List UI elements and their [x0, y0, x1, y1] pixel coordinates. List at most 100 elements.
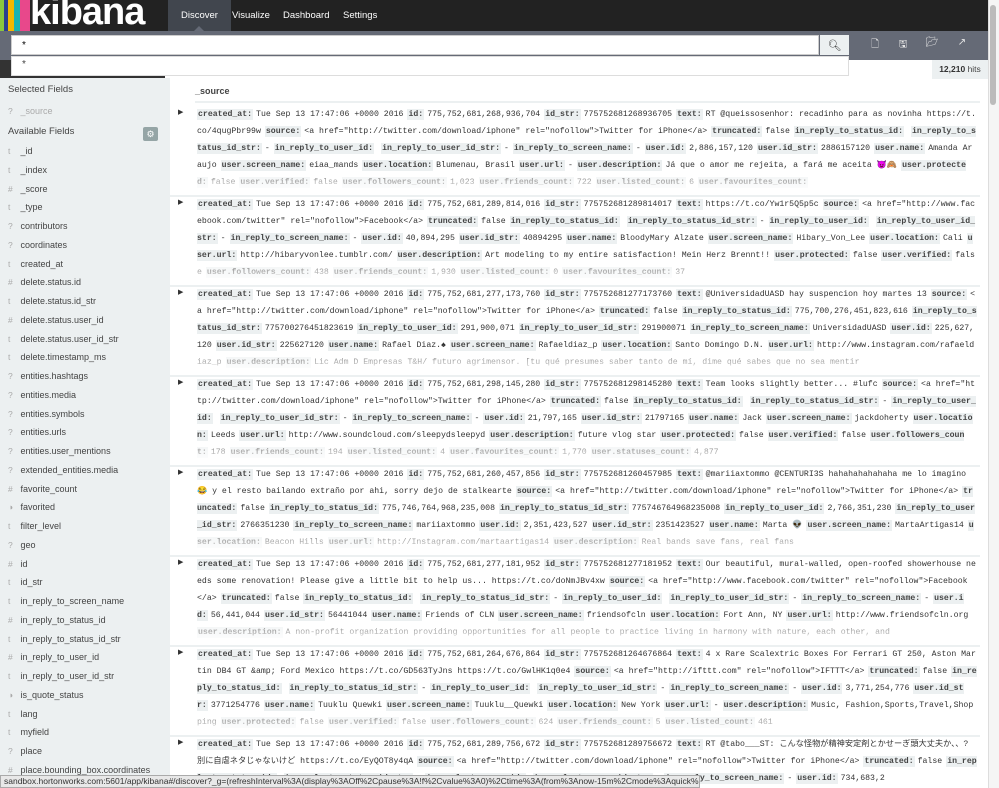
expand-caret-icon[interactable]: ▶ — [178, 108, 183, 116]
field-key: created_at: — [197, 379, 253, 390]
field-item[interactable]: ? entities.urls — [8, 427, 66, 437]
open-search-icon[interactable]: 📂︎ — [925, 37, 939, 48]
field-key: user.description: — [723, 700, 809, 711]
field-item[interactable]: ? geo — [8, 540, 36, 550]
expand-caret-icon[interactable]: ▶ — [178, 198, 183, 206]
field-key: user.id_str: — [216, 340, 277, 351]
field-key: user.protected: — [774, 250, 850, 261]
expand-caret-icon[interactable]: ▶ — [178, 288, 183, 296]
field-key: source: — [417, 756, 453, 767]
field-item[interactable]: t _type — [8, 202, 43, 212]
field-item[interactable]: t delete.status.id_str — [8, 296, 96, 306]
field-value: 21,797,165 — [528, 414, 577, 423]
field-value: 775,752,681,260,457,856 — [427, 470, 540, 479]
number-type-icon: # — [8, 559, 18, 569]
field-key: user.description: — [397, 250, 483, 261]
field-item[interactable]: t id_str — [8, 577, 43, 587]
field-item[interactable]: ? extended_entities.media — [8, 465, 118, 475]
field-key: in_reply_to_screen_name: — [293, 520, 413, 531]
new-search-icon[interactable]: 🗋 — [868, 37, 882, 54]
field-value: 2351423527 — [656, 521, 705, 530]
search-input[interactable] — [11, 35, 819, 55]
field-key: user.name: — [371, 610, 422, 621]
gear-icon[interactable]: ⚙ — [143, 127, 158, 141]
field-item[interactable]: # id — [8, 559, 28, 569]
field-key: user.location: — [869, 233, 940, 244]
field-item[interactable]: t in_reply_to_screen_name — [8, 596, 124, 606]
field-item[interactable]: t delete.timestamp_ms — [8, 352, 106, 362]
expand-caret-icon[interactable]: ▶ — [178, 468, 183, 476]
field-value: false — [275, 594, 300, 603]
field-item[interactable]: # in_reply_to_status_id — [8, 615, 106, 625]
expand-caret-icon[interactable]: ▶ — [178, 378, 183, 386]
field-item[interactable]: ? entities.media — [8, 390, 76, 400]
field-key: user.id: — [801, 683, 842, 694]
kibana-logo[interactable]: kibana — [0, 0, 168, 31]
field-item[interactable]: ? place — [8, 746, 42, 756]
hits-number: 12,210 — [939, 64, 965, 74]
field-key: in_reply_to_user_id_str: — [669, 593, 789, 604]
field-value: - — [714, 701, 719, 710]
string-type-icon: t — [8, 165, 18, 175]
string-type-icon: t — [8, 202, 18, 212]
share-icon[interactable]: ↗ — [955, 37, 969, 48]
field-item[interactable]: # _score — [8, 184, 48, 194]
field-item[interactable]: ? entities.user_mentions — [8, 446, 111, 456]
field-value: false — [739, 431, 764, 440]
search-suggestion[interactable]: * — [11, 56, 849, 76]
tab-settings[interactable]: Settings — [330, 0, 390, 31]
field-item[interactable]: ? entities.symbols — [8, 409, 85, 419]
expand-caret-icon[interactable]: ▶ — [178, 558, 183, 566]
field-item[interactable]: # place.bounding_box.coordinates — [8, 765, 150, 775]
field-item[interactable]: # delete.status.user_id — [8, 315, 104, 325]
field-item[interactable]: t _id — [8, 146, 33, 156]
field-key: in_reply_to_user_id: — [357, 323, 457, 334]
field-item[interactable]: ? coordinates — [8, 240, 67, 250]
scrollbar-thumb[interactable] — [990, 5, 996, 105]
field-key: created_at: — [197, 739, 253, 750]
field-item[interactable]: # in_reply_to_user_id — [8, 652, 99, 662]
field-item[interactable]: # delete.status.id — [8, 277, 81, 287]
field-item[interactable]: t in_reply_to_status_id_str — [8, 634, 121, 644]
field-key: user.id: — [645, 143, 686, 154]
field-key: id_str: — [544, 289, 580, 300]
field-value: false — [604, 397, 629, 406]
field-key: in_reply_to_status_id_str: — [750, 396, 880, 407]
field-name: delete.status.user_id — [21, 315, 104, 325]
field-name: favorite_count — [21, 484, 78, 494]
expand-caret-icon[interactable]: ▶ — [178, 648, 183, 656]
field-item[interactable]: ◑ is_quote_status — [8, 690, 84, 700]
field-value: Blumenau, Brasil — [436, 161, 515, 170]
field-value: Tue Sep 13 17:47:06 +0000 2016 — [256, 560, 403, 569]
field-value: friendsofcln — [587, 611, 646, 620]
selected-field-source[interactable]: ? _source — [8, 106, 53, 116]
field-value: 775,752,681,264,676,864 — [427, 650, 540, 659]
field-item[interactable]: # favorite_count — [8, 484, 77, 494]
scrollbar[interactable] — [988, 0, 999, 788]
column-header-source[interactable]: _source — [195, 86, 230, 96]
field-item[interactable]: t _index — [8, 165, 47, 175]
unknown-type-icon: ? — [8, 540, 18, 550]
field-item[interactable]: t in_reply_to_user_id_str — [8, 671, 114, 681]
field-item[interactable]: t filter_level — [8, 521, 61, 531]
search-button[interactable]: 🔍︎ — [820, 35, 849, 55]
field-value: Tuuklu Quewki — [318, 701, 382, 710]
field-name: _source — [21, 106, 53, 116]
field-item[interactable]: t created_at — [8, 259, 63, 269]
field-name: in_reply_to_user_id — [21, 652, 100, 662]
field-value: - — [353, 234, 358, 243]
field-item[interactable]: t myfield — [8, 727, 49, 737]
field-key: user.url: — [519, 160, 565, 171]
field-item[interactable]: ? contributors — [8, 221, 68, 231]
field-item[interactable]: ◑ favorited — [8, 502, 55, 512]
field-item[interactable]: t lang — [8, 709, 38, 719]
field-value: Team looks slightly better... #lufc — [706, 380, 878, 389]
expand-caret-icon[interactable]: ▶ — [178, 738, 183, 746]
field-value: Jack — [742, 414, 762, 423]
field-item[interactable]: t delete.status.user_id_str — [8, 334, 119, 344]
field-value: 775,752,681,277,181,952 — [427, 560, 540, 569]
field-value: Rafaeldiaz_p — [539, 341, 598, 350]
field-value: 225627120 — [280, 341, 324, 350]
field-item[interactable]: ? entities.hashtags — [8, 371, 88, 381]
save-search-icon[interactable]: 🖫 — [896, 37, 910, 54]
